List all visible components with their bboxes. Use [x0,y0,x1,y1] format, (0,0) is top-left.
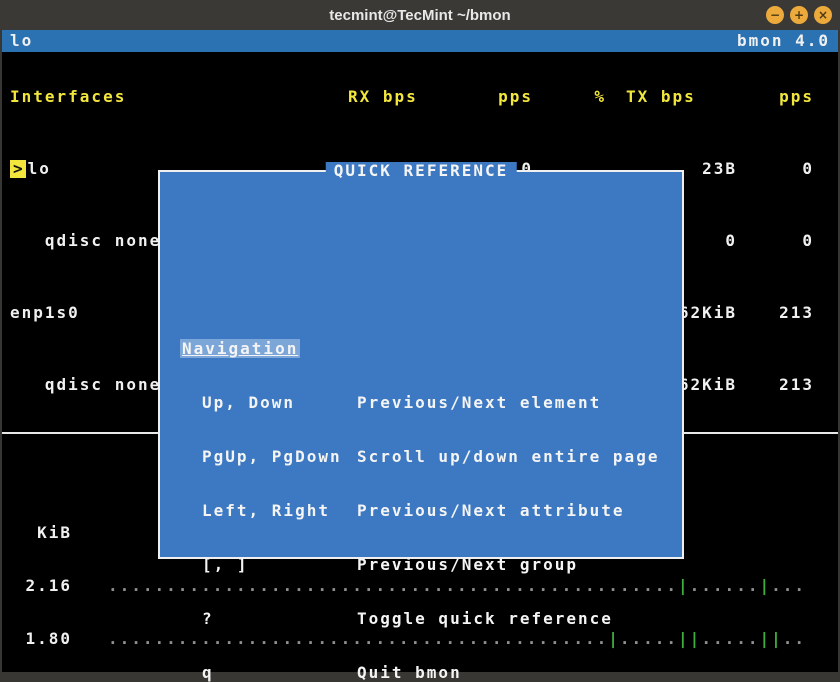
window-title: tecmint@TecMint ~/bmon [329,7,510,24]
dialog-body: Navigation Up, DownPrevious/Next element… [160,226,682,682]
close-button[interactable]: × [814,6,832,24]
shortcut-key: Left, Right [202,502,357,520]
shortcut-key: PgUp, PgDown [202,448,357,466]
shortcut-desc: Toggle quick reference [357,610,613,628]
shortcut-desc: Quit bmon [357,664,462,682]
graph-y-label: 2.16 [2,577,72,594]
section-heading: Navigation [180,339,300,358]
tx-pps-value: 0 [742,232,819,250]
shortcut-desc: Previous/Next element [357,394,601,412]
shortcut-desc: Previous/Next group [357,556,578,574]
col-header-rx-bps: RX bps [342,88,492,106]
window-titlebar[interactable]: tecmint@TecMint ~/bmon − + × [0,0,840,30]
quick-reference-dialog: QUICK REFERENCE Navigation Up, DownPrevi… [158,170,684,559]
shortcut-key: ? [202,610,357,628]
shortcut-key: [, ] [202,556,357,574]
shortcut-row: ?Toggle quick reference [160,610,682,628]
shortcut-key: q [202,664,357,682]
tx-pps-value: 213 [742,304,819,322]
terminal-window: tecmint@TecMint ~/bmon − + × lo bmon 4.0… [0,0,840,682]
table-header-row: Interfaces RX bps pps % TX bps pps [2,88,838,106]
interface-name: lo [28,160,51,178]
selection-cursor: > [10,160,26,178]
col-header-tx-pps: pps [742,88,819,106]
dialog-title: QUICK REFERENCE [326,162,517,180]
col-header-tx-bps: TX bps [614,88,742,106]
shortcut-row: Up, DownPrevious/Next element [160,394,682,412]
shortcut-row: qQuit bmon [160,664,682,682]
shortcut-row: Left, RightPrevious/Next attribute [160,502,682,520]
bmon-version-label: bmon 4.0 [737,32,830,50]
dialog-section-navigation: Navigation Up, DownPrevious/Next element… [160,304,682,682]
minimize-button[interactable]: − [766,6,784,24]
col-header-interfaces: Interfaces [2,88,342,106]
selected-element-label: lo [10,32,33,50]
shortcut-desc: Previous/Next attribute [357,502,625,520]
graph-unit-label: KiB [2,524,72,541]
col-header-rx-pps: pps [492,88,538,106]
shortcut-desc: Scroll up/down entire page [357,448,659,466]
col-header-percent: % [538,88,614,106]
maximize-button[interactable]: + [790,6,808,24]
shortcut-key: Up, Down [202,394,357,412]
shortcut-row: PgUp, PgDownScroll up/down entire page [160,448,682,466]
tx-pps-value: 0 [742,160,819,178]
shortcut-row: [, ]Previous/Next group [160,556,682,574]
bmon-header-bar: lo bmon 4.0 [2,30,838,52]
graph-y-label: 1.80 [2,630,72,647]
tx-pps-value: 213 [742,376,819,394]
window-controls: − + × [766,6,832,24]
